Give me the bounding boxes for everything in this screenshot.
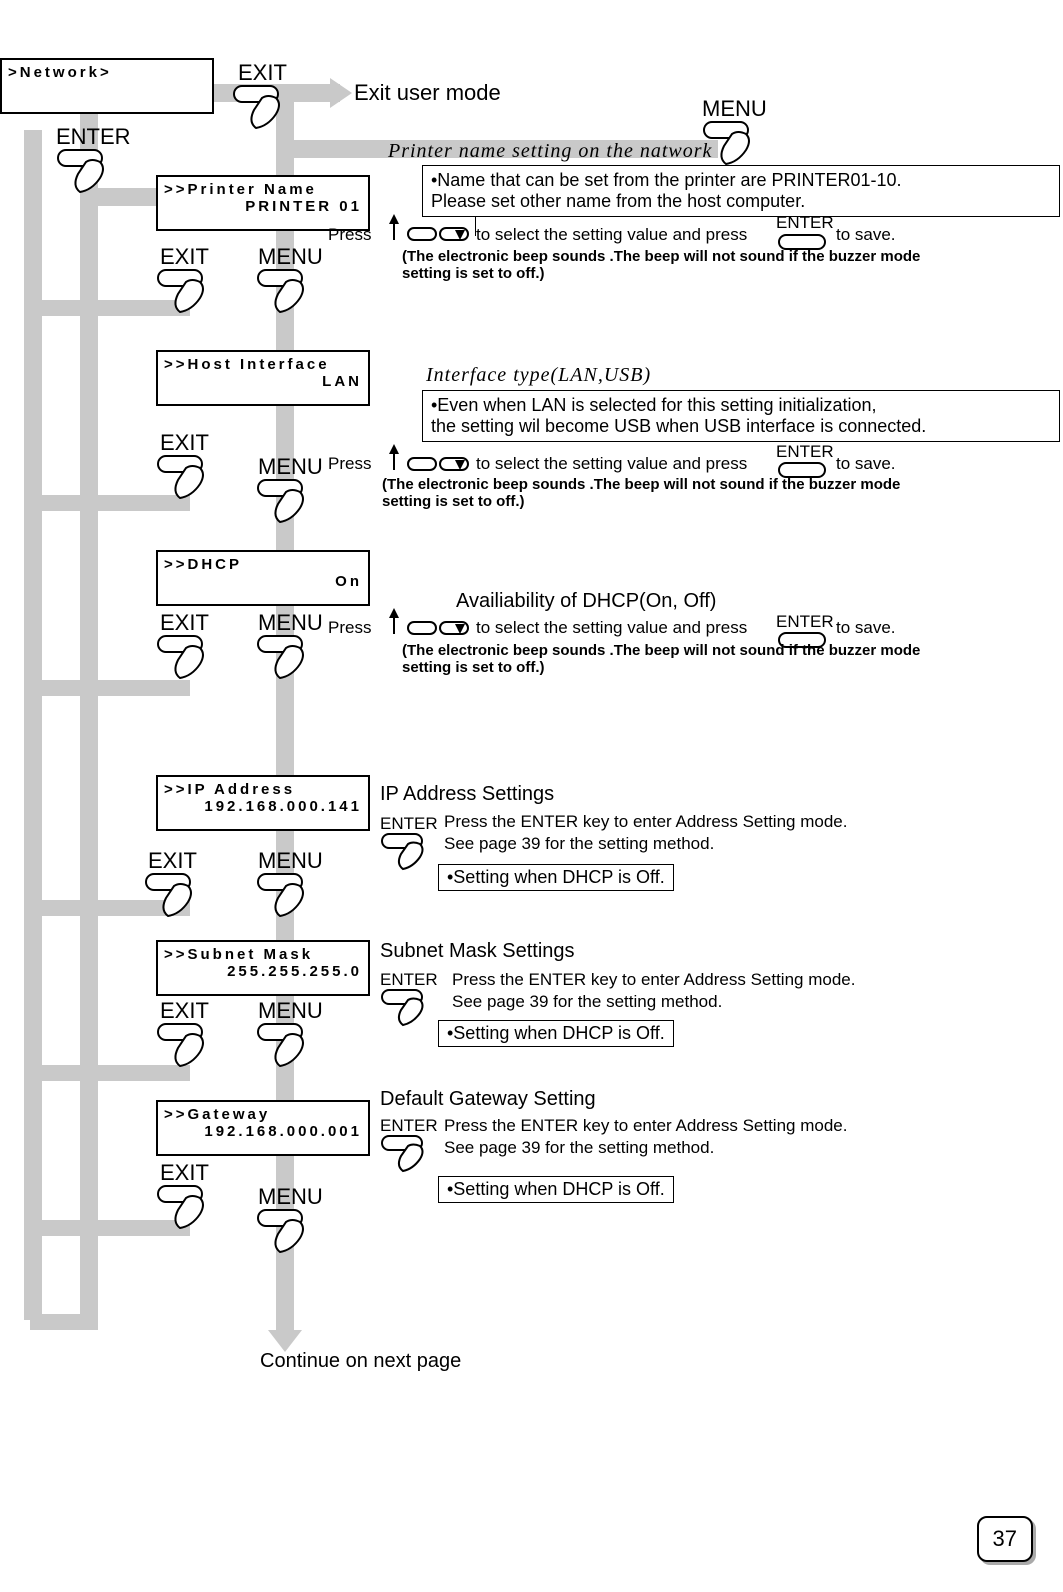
menu-label: MENU: [258, 1184, 323, 1210]
flow-bar: [80, 110, 98, 1320]
key-press-icon: [256, 1208, 318, 1261]
key-press-icon: [256, 634, 318, 687]
see-page: See page 39 for the setting method.: [444, 1138, 714, 1158]
lcd-line: >Network>: [2, 60, 212, 81]
lcd-line: On: [158, 573, 368, 594]
menu-label: MENU: [258, 244, 323, 270]
lcd-printer-name: >>Printer Name PRINTER 01: [156, 175, 370, 231]
section-heading: Interface type(LAN,USB): [426, 364, 651, 387]
menu-label: MENU: [702, 96, 767, 122]
key-press-icon: [156, 268, 218, 321]
dhcp-off-note: •Setting when DHCP is Off.: [438, 1020, 674, 1047]
key-press-icon: [256, 872, 318, 925]
enter-label: ENTER: [776, 442, 834, 462]
info-note: •Name that can be set from the printer a…: [422, 165, 1060, 217]
lcd-line: 192.168.000.141: [158, 798, 368, 819]
key-press-icon: [380, 1134, 436, 1179]
section-heading: Default Gateway Setting: [380, 1088, 596, 1111]
dhcp-off-note: •Setting when DHCP is Off.: [438, 1176, 674, 1203]
lcd-gateway: >>Gateway 192.168.000.001: [156, 1100, 370, 1156]
menu-label: MENU: [258, 998, 323, 1024]
enter-label: ENTER: [380, 814, 438, 834]
continue-text: Continue on next page: [260, 1350, 461, 1373]
menu-label: MENU: [258, 454, 323, 480]
key-press-icon: [56, 148, 118, 201]
exit-label: EXIT: [148, 848, 197, 874]
see-page: See page 39 for the setting method.: [444, 834, 714, 854]
key-press-icon: [144, 872, 206, 925]
exit-label: EXIT: [160, 244, 209, 270]
lcd-line: >>Subnet Mask: [158, 942, 368, 963]
key-press-icon: [156, 454, 218, 507]
lcd-line: PRINTER 01: [158, 198, 368, 219]
press-label: Press: [328, 225, 371, 245]
page-number: 37: [977, 1516, 1033, 1562]
exit-label: EXIT: [238, 60, 287, 86]
lcd-line: >>IP Address: [158, 777, 368, 798]
key-press-icon: [256, 1022, 318, 1075]
lcd-network: >Network>: [0, 58, 214, 114]
lcd-subnet-mask: >>Subnet Mask 255.255.255.0: [156, 940, 370, 996]
lcd-dhcp: >>DHCP On: [156, 550, 370, 606]
enter-instruction: Press the ENTER key to enter Address Set…: [452, 970, 855, 990]
page: >Network> EXIT Exit user mode ENTER MENU…: [0, 0, 1063, 1592]
exit-label: EXIT: [160, 1160, 209, 1186]
lcd-line: >>Gateway: [158, 1102, 368, 1123]
to-save: to save.: [836, 618, 896, 638]
key-press-icon: [156, 634, 218, 687]
beep-note: (The electronic beep sounds .The beep wi…: [402, 248, 962, 282]
exit-label: EXIT: [160, 610, 209, 636]
enter-label: ENTER: [56, 124, 131, 150]
section-heading: IP Address Settings: [380, 783, 554, 806]
key-press-icon: [156, 1184, 218, 1237]
exit-label: EXIT: [160, 430, 209, 456]
key-press-icon: [380, 832, 436, 877]
key-press-icon: [256, 268, 318, 321]
lcd-ip-address: >>IP Address 192.168.000.141: [156, 775, 370, 831]
select-text: to select the setting value and press: [476, 225, 747, 245]
exit-user-mode: Exit user mode: [354, 80, 501, 106]
lcd-line: LAN: [158, 373, 368, 394]
arrowhead-right-icon: [330, 78, 352, 113]
lcd-line: 192.168.000.001: [158, 1123, 368, 1144]
beep-note: (The electronic beep sounds .The beep wi…: [382, 476, 942, 510]
lcd-line: >>DHCP: [158, 552, 368, 573]
info-note: •Even when LAN is selected for this sett…: [422, 390, 1060, 442]
lcd-line: 255.255.255.0: [158, 963, 368, 984]
enter-label: ENTER: [776, 213, 834, 233]
beep-note: (The electronic beep sounds .The beep wi…: [402, 642, 962, 676]
menu-label: MENU: [258, 610, 323, 636]
to-save: to save.: [836, 454, 896, 474]
enter-label: ENTER: [776, 612, 834, 632]
lcd-host-interface: >>Host Interface LAN: [156, 350, 370, 406]
section-heading: Availiability of DHCP(On, Off): [456, 590, 716, 613]
select-text: to select the setting value and press: [476, 618, 747, 638]
lcd-line: >>Printer Name: [158, 177, 368, 198]
lcd-line: >>Host Interface: [158, 352, 368, 373]
key-press-icon: [380, 988, 436, 1033]
dhcp-off-note: •Setting when DHCP is Off.: [438, 864, 674, 891]
menu-label: MENU: [258, 848, 323, 874]
to-save: to save.: [836, 225, 896, 245]
exit-label: EXIT: [160, 998, 209, 1024]
press-label: Press: [328, 454, 371, 474]
select-text: to select the setting value and press: [476, 454, 747, 474]
enter-label: ENTER: [380, 1116, 438, 1136]
flow-bar: [30, 1314, 98, 1330]
section-heading: Subnet Mask Settings: [380, 940, 575, 963]
press-label: Press: [328, 618, 371, 638]
section-heading: Printer name setting on the natwork: [388, 140, 712, 163]
see-page: See page 39 for the setting method.: [452, 992, 722, 1012]
key-press-icon: [232, 84, 294, 137]
enter-label: ENTER: [380, 970, 438, 990]
enter-instruction: Press the ENTER key to enter Address Set…: [444, 1116, 847, 1136]
key-press-icon: [156, 1022, 218, 1075]
key-press-icon: [256, 478, 318, 531]
enter-instruction: Press the ENTER key to enter Address Set…: [444, 812, 847, 832]
